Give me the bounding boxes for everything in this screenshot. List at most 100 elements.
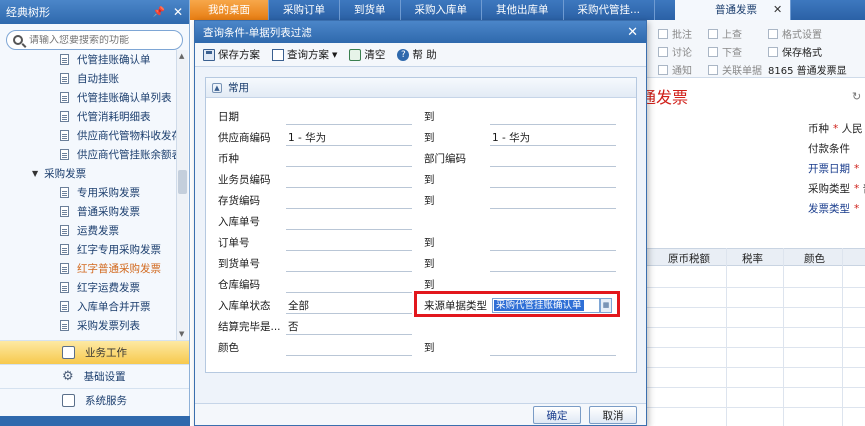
tab-consign[interactable]: 采购代管挂... [564,0,656,20]
query-scheme-button[interactable]: 查询方案 ▼ [272,47,337,62]
tab-home[interactable]: 我的桌面 [190,0,269,20]
condition-value-input[interactable] [286,274,412,293]
condition-value-input-2[interactable] [490,337,616,356]
tree-item[interactable]: 代管挂账确认单 [0,50,176,69]
clear-button[interactable]: 清空 [349,47,385,62]
tree-item-label: 采购发票列表 [77,320,140,332]
condition-value-input-2[interactable] [490,253,616,272]
tab-purchase-order[interactable]: 采购订单 [269,0,340,20]
tab-arrival[interactable]: 到货单 [340,0,401,20]
panel-header[interactable]: ▲ 常用 [206,78,636,98]
dialog-titlebar[interactable]: 查询条件-单据列表过滤 ✕ [195,21,646,43]
tree-item[interactable]: 代管挂账确认单列表 [0,88,176,107]
help-button[interactable]: ? 帮 助 [397,47,437,62]
tree-scrollbar[interactable]: ▲ ▼ [176,50,188,340]
nav-label: 系统服务 [85,395,127,407]
tree-item[interactable]: 普通采购发票 [0,202,176,221]
next-button[interactable]: 下查 [708,44,742,59]
condition-value-input[interactable] [286,148,412,167]
grid-row[interactable] [640,328,865,348]
condition-value-input[interactable] [286,106,412,125]
condition-value-input[interactable] [286,169,412,188]
sidebar-search[interactable] [6,30,183,50]
grid-row[interactable] [640,308,865,328]
source-type-input[interactable]: 采购代管挂账确认单 [492,298,600,313]
refresh-icon[interactable]: ↻ [852,90,861,103]
condition-value-input[interactable] [286,337,412,356]
sidebar-nav: 业务工作 ⚙ 基础设置 系统服务 [0,340,189,412]
help-icon: ? [397,48,410,61]
search-input[interactable] [29,34,169,46]
scroll-thumb[interactable] [178,170,187,194]
notify-icon [658,64,668,75]
tree-item[interactable]: 代管消耗明细表 [0,107,176,126]
approve-button[interactable]: 批注 [658,26,692,41]
nav-system-service[interactable]: 系统服务 [0,388,189,412]
condition-value-input-2[interactable] [490,148,616,167]
tree-item[interactable]: 采购发票列表 [0,316,176,335]
condition-value-input[interactable] [286,253,412,272]
tree-item[interactable]: 供应商代管挂账余额表 [0,145,176,164]
condition-row: 到货单号 到 [206,253,636,273]
tree-item-label: 代管挂账确认单 [77,54,151,66]
condition-value-input[interactable]: 否 [286,316,412,335]
condition-value-input[interactable] [286,211,412,230]
document-icon [60,301,69,312]
related-button[interactable]: 关联单据 [708,62,762,77]
grid-row[interactable] [640,368,865,388]
ok-button[interactable]: 确定 [533,406,581,424]
collapse-icon[interactable]: ▲ [212,82,222,93]
tree-item[interactable]: 红字运费发票 [0,278,176,297]
save-scheme-button[interactable]: 保存方案 [203,47,260,62]
lookup-icon[interactable]: ▦ [600,298,612,313]
nav-business-work[interactable]: 业务工作 [0,340,189,364]
condition-value-input-2[interactable] [490,106,616,125]
tree-item[interactable]: 供应商代管物料收发存 [0,126,176,145]
grid-col-tax-amount[interactable]: 原币税额 [668,251,710,266]
tree-item[interactable]: 入库单合并开票 [0,297,176,316]
discuss-icon [658,46,668,57]
tab-other-outbound[interactable]: 其他出库单 [482,0,564,20]
pin-icon[interactable]: 📌 [152,7,164,18]
save-format-button[interactable]: 保存格式 [768,44,822,59]
cancel-button[interactable]: 取消 [589,406,637,424]
tree-group[interactable]: ▼ 采购发票 [0,164,176,183]
nav-basic-settings[interactable]: ⚙ 基础设置 [0,364,189,388]
condition-value-input[interactable]: 全部 [286,295,412,314]
tab-purchase-inbound[interactable]: 采购入库单 [401,0,482,20]
grid-col-tax-rate[interactable]: 税率 [742,251,763,266]
condition-label-2: 到 [424,342,435,354]
tree-item[interactable]: 运费发票 [0,221,176,240]
close-icon[interactable]: ✕ [773,0,782,20]
grid-row[interactable] [640,268,865,288]
condition-value-input-2[interactable] [490,232,616,251]
tree-item[interactable]: 红字普通采购发票 [0,259,176,278]
discuss-button[interactable]: 讨论 [658,44,692,59]
condition-value-input-2[interactable] [490,190,616,209]
grid-row[interactable] [640,288,865,308]
tree-item[interactable]: 自动挂账 [0,69,176,88]
condition-label-2: 来源单据类型 [424,300,487,312]
close-icon[interactable]: ✕ [627,25,638,40]
tab-normal-invoice[interactable]: 普通发票 ✕ [675,0,792,20]
condition-value-input-2[interactable]: 1 - 华为 [490,127,616,146]
tree-item[interactable]: 红字专用采购发票 [0,240,176,259]
format-button[interactable]: 格式设置 [768,26,822,41]
notify-button[interactable]: 通知 [658,62,692,77]
condition-row: 订单号 到 [206,232,636,252]
condition-value-input-2[interactable] [490,169,616,188]
close-icon[interactable]: ✕ [173,5,183,19]
condition-value-input[interactable] [286,190,412,209]
scroll-up-icon[interactable]: ▲ [179,52,184,60]
expand-arrow-icon[interactable]: ▼ [32,169,38,178]
condition-value-input[interactable] [286,232,412,251]
arrow-down-icon [708,46,718,57]
scroll-down-icon[interactable]: ▼ [179,330,184,338]
condition-value-input[interactable]: 1 - 华为 [286,127,412,146]
grid-row[interactable] [640,348,865,368]
grid-col-color[interactable]: 颜色 [804,251,825,266]
grid-row[interactable] [640,388,865,408]
template-select[interactable]: 8165 普通发票显 [768,62,847,77]
prev-button[interactable]: 上查 [708,26,742,41]
tree-item[interactable]: 专用采购发票 [0,183,176,202]
